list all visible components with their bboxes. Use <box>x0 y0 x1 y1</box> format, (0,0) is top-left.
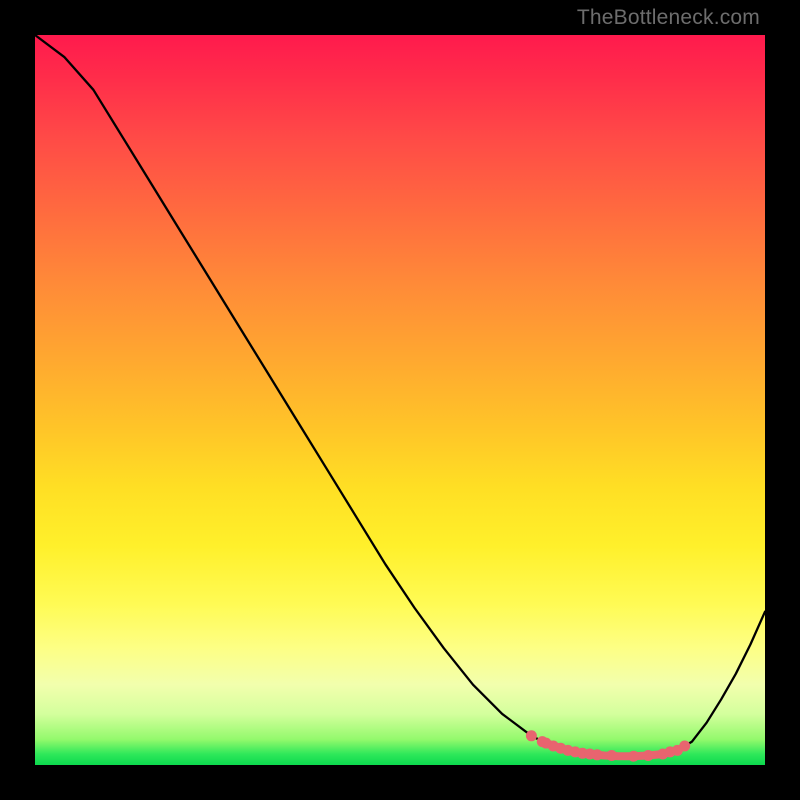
highlight-dot <box>628 751 639 762</box>
bottleneck-curve <box>35 35 765 756</box>
highlight-dot <box>606 750 617 761</box>
watermark-text: TheBottleneck.com <box>577 6 760 30</box>
chart-frame: TheBottleneck.com <box>0 0 800 800</box>
highlight-dots <box>526 730 690 761</box>
chart-svg <box>35 35 765 765</box>
highlight-dot <box>592 749 603 760</box>
highlight-dot <box>643 750 654 761</box>
highlight-dot <box>526 730 537 741</box>
highlight-dot <box>679 741 690 752</box>
plot-area <box>35 35 765 765</box>
